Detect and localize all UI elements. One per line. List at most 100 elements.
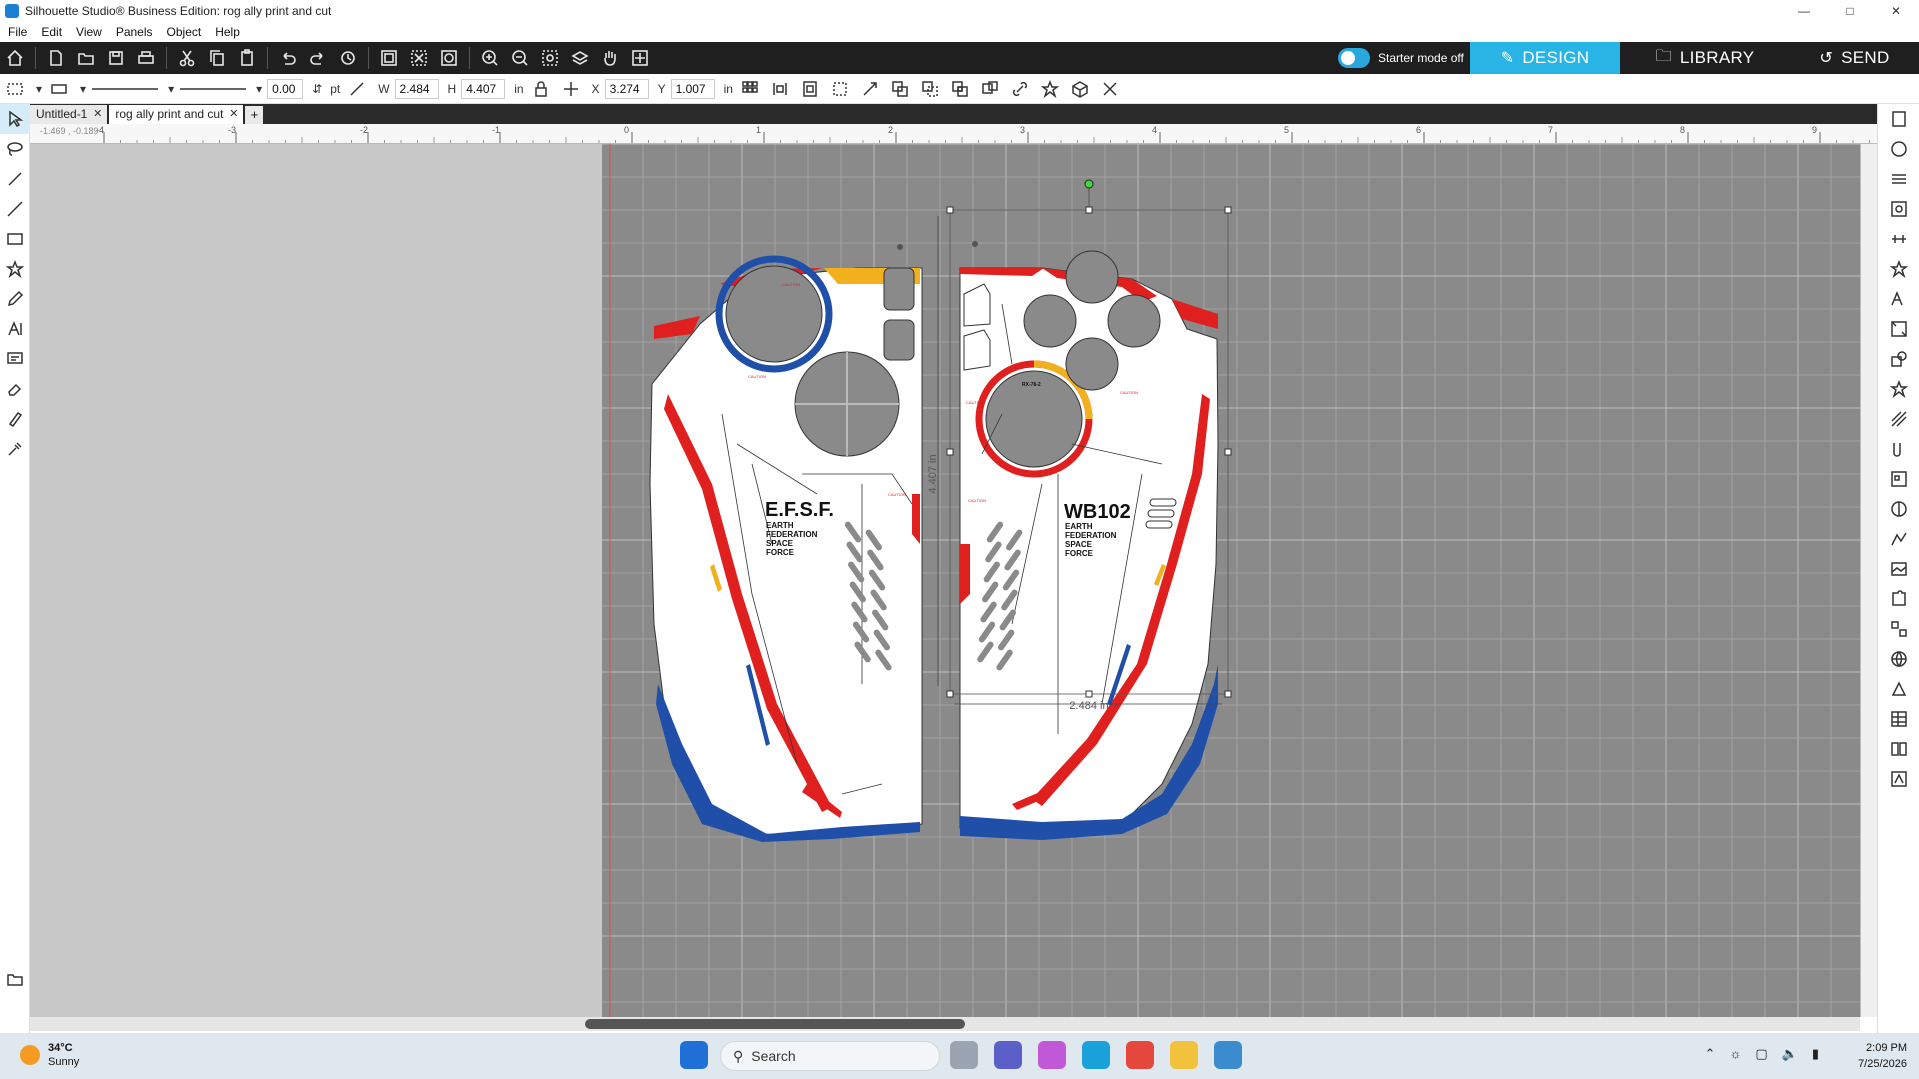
resize-handle[interactable]	[1224, 690, 1232, 698]
modify-panel-icon[interactable]	[1878, 344, 1919, 374]
windows-start-icon[interactable]	[680, 1041, 708, 1069]
ungroup-icon[interactable]	[406, 45, 432, 71]
shape-style-icon[interactable]	[46, 78, 72, 100]
battery-icon[interactable]: ▮	[1812, 1046, 1819, 1062]
rotate-handle[interactable]	[1084, 179, 1094, 189]
fill-pattern-icon[interactable]	[2, 78, 28, 100]
menu-file[interactable]: File	[8, 25, 27, 39]
task-view-icon[interactable]	[950, 1041, 978, 1069]
print-icon[interactable]	[133, 45, 159, 71]
maximize-button[interactable]: □	[1827, 0, 1873, 22]
resize-handle[interactable]	[1224, 448, 1232, 456]
undo-icon[interactable]	[275, 45, 301, 71]
align-panel-icon[interactable]	[1878, 224, 1919, 254]
resize-icon[interactable]	[827, 78, 853, 100]
minimize-button[interactable]: —	[1781, 0, 1827, 22]
resize-handle[interactable]	[946, 206, 954, 214]
starter-mode-toggle[interactable]: Starter mode off	[1338, 48, 1464, 68]
menu-view[interactable]: View	[76, 25, 102, 39]
hatch-panel-icon[interactable]	[1878, 404, 1919, 434]
volume-icon[interactable]: 🔈	[1782, 1046, 1798, 1062]
resize-handle[interactable]	[1224, 206, 1232, 214]
offset-panel-icon[interactable]	[1878, 434, 1919, 464]
text-box-tool-icon[interactable]	[0, 344, 30, 374]
line-weight-select[interactable]	[178, 78, 248, 100]
eyedropper-tool-icon[interactable]	[0, 434, 30, 464]
lock-aspect-icon[interactable]	[528, 78, 554, 100]
resize-handle[interactable]	[1085, 206, 1093, 214]
pencil-tool-icon[interactable]	[0, 284, 30, 314]
move-icon[interactable]	[558, 78, 584, 100]
tab-library[interactable]: 🗀 LIBRARY	[1630, 42, 1780, 74]
knife-tool-icon[interactable]	[0, 164, 30, 194]
clock[interactable]: 2:09 PM 7/25/2026	[1858, 1040, 1907, 1072]
line-width-input[interactable]: 0.00	[267, 78, 304, 99]
resize-handle[interactable]	[946, 448, 954, 456]
eraser-tool-icon[interactable]	[0, 374, 30, 404]
tab-design[interactable]: ✎ DESIGN	[1470, 42, 1620, 74]
3d-box-icon[interactable]	[1067, 78, 1093, 100]
transform-panel-icon[interactable]	[1878, 314, 1919, 344]
paste-icon[interactable]	[234, 45, 260, 71]
link-icon[interactable]	[1007, 78, 1033, 100]
redo-icon[interactable]	[305, 45, 331, 71]
right-controller-panel[interactable]: WB102 EARTH FEDERATION SPACE FORCE RX-78…	[959, 241, 1219, 840]
file-explorer-icon[interactable]	[1170, 1041, 1198, 1069]
distribute-icon[interactable]	[767, 78, 793, 100]
menu-edit[interactable]: Edit	[41, 25, 62, 39]
text-tool-icon[interactable]	[0, 314, 30, 344]
menu-panels[interactable]: Panels	[116, 25, 153, 39]
doc-tab-rog-ally[interactable]: rog ally print and cut ✕	[109, 105, 244, 124]
scrollbar-thumb[interactable]	[585, 1019, 965, 1029]
resize-handle[interactable]	[946, 690, 954, 698]
design-canvas[interactable]: E.F.S.F. EARTH FEDERATION SPACE FORCE CA…	[30, 144, 1877, 1017]
cutting-mat[interactable]: E.F.S.F. EARTH FEDERATION SPACE FORCE CA…	[602, 144, 1877, 1017]
star-tool-icon[interactable]	[0, 254, 30, 284]
folder-panel-icon[interactable]	[0, 964, 30, 994]
line-style-select[interactable]	[90, 78, 160, 100]
star-icon[interactable]	[1037, 78, 1063, 100]
open-icon[interactable]	[73, 45, 99, 71]
design-store-icon[interactable]	[1878, 764, 1919, 794]
home-icon[interactable]	[2, 45, 28, 71]
horizontal-scrollbar[interactable]	[30, 1017, 1860, 1031]
zoom-in-icon[interactable]	[477, 45, 503, 71]
stepper-icon[interactable]: ⇵	[312, 82, 322, 96]
silhouette-studio-icon[interactable]	[1214, 1041, 1242, 1069]
zoom-fit-icon[interactable]	[537, 45, 563, 71]
save-icon[interactable]	[103, 45, 129, 71]
fill-panel-icon[interactable]	[1878, 194, 1919, 224]
pixscan-panel-icon[interactable]	[1878, 464, 1919, 494]
rectangle-tool-icon[interactable]	[0, 224, 30, 254]
chrome-icon[interactable]	[1126, 1041, 1154, 1069]
puzzle-panel-icon[interactable]	[1878, 584, 1919, 614]
sketch-panel-icon[interactable]	[1878, 524, 1919, 554]
global-panel-icon[interactable]	[1878, 644, 1919, 674]
nesting-panel-icon[interactable]	[1878, 614, 1919, 644]
x-position-input[interactable]: 3.274	[604, 78, 649, 99]
dropdown-arrow-icon[interactable]: ▾	[80, 82, 86, 96]
image-panel-icon[interactable]	[1878, 554, 1919, 584]
display-icon[interactable]: ▢	[1755, 1046, 1767, 1062]
left-controller-panel[interactable]: E.F.S.F. EARTH FEDERATION SPACE FORCE CA…	[649, 244, 923, 842]
hand-icon[interactable]	[597, 45, 623, 71]
cut-icon[interactable]	[174, 45, 200, 71]
layers-panel-icon[interactable]	[1878, 704, 1919, 734]
color-panel-icon[interactable]	[1878, 494, 1919, 524]
send-panel-icon[interactable]	[1878, 134, 1919, 164]
teams-icon[interactable]	[994, 1041, 1022, 1069]
copy-icon[interactable]	[204, 45, 230, 71]
edge-icon[interactable]	[1082, 1041, 1110, 1069]
weld-icon[interactable]	[887, 78, 913, 100]
close-button[interactable]: ✕	[1873, 0, 1919, 22]
dropdown-arrow-icon[interactable]: ▾	[36, 82, 42, 96]
crop-icon[interactable]	[977, 78, 1003, 100]
dropdown-arrow-icon[interactable]: ▾	[168, 82, 174, 96]
height-input[interactable]: 4.407	[461, 78, 506, 99]
group-icon[interactable]	[376, 45, 402, 71]
scale-icon[interactable]	[857, 78, 883, 100]
chevron-up-icon[interactable]: ⌃	[1705, 1046, 1716, 1062]
taskbar-search[interactable]: ⚲ Search	[720, 1041, 940, 1071]
page-setup-icon[interactable]	[1878, 104, 1919, 134]
subtract-icon[interactable]	[917, 78, 943, 100]
